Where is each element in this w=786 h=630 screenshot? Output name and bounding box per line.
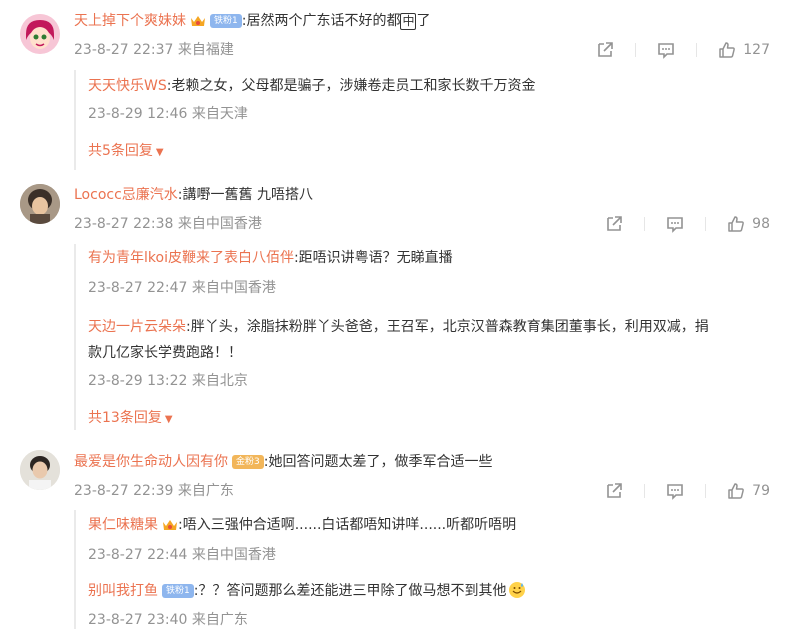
- comment-actions: 79: [584, 481, 770, 501]
- comment-main-line: 最爱是你生命动人因有你 金粉3:她回答问题太差了，做季军合适一些: [74, 452, 492, 472]
- crown-icon: [162, 516, 178, 540]
- reply-text: :距唔识讲粤语？无睇直播: [293, 250, 453, 266]
- comment-meta: 23-8-27 22:37 来自福建: [74, 42, 234, 58]
- reply-meta: 23-8-27 23:40 来自广东: [88, 612, 248, 628]
- username[interactable]: 天上掉下个爽妹妹: [74, 13, 186, 29]
- reply-item: 天天快乐WS:老赖之女，父母都是骗子，涉嫌卷走员工和家长数千万资金: [88, 74, 535, 98]
- caret-down-icon: ▼: [164, 414, 173, 425]
- like-button[interactable]: 98: [726, 214, 770, 234]
- reply-meta: 23-8-29 12:46 来自天津: [88, 106, 248, 122]
- reply-list: 果仁味糖果 :唔入三强仲合适啊......白话都唔知讲咩......听都听唔明 2…: [74, 510, 776, 629]
- divider: [644, 484, 646, 498]
- comment-text: :她回答问题太差了，做季军合适一些: [263, 454, 493, 470]
- reply-item: 别叫我打鱼 铁粉1:？？答问题那么差还能进三甲除了做马想不到其他: [88, 579, 526, 607]
- reply-username[interactable]: 果仁味糖果: [88, 517, 158, 533]
- comment-actions: 127: [575, 40, 770, 60]
- reply-username[interactable]: 天天快乐WS: [88, 78, 167, 94]
- divider: [644, 217, 646, 231]
- boxed-char: 中: [400, 13, 417, 30]
- thumbs-up-icon: [728, 216, 745, 232]
- divider: [635, 43, 637, 57]
- reply-text: :唔入三强仲合适啊......白话都唔知讲咩......听都听唔明: [178, 517, 517, 533]
- comment-meta: 23-8-27 22:38 来自中国香港: [74, 216, 262, 232]
- reply-username[interactable]: 别叫我打鱼: [88, 583, 158, 599]
- more-replies-label: 共13条回复: [88, 410, 162, 426]
- comment-text-end: 了: [416, 13, 431, 29]
- comment-actions: 98: [584, 214, 770, 234]
- fan-badge: 铁粉1: [162, 584, 194, 598]
- comment-main-line: 天上掉下个爽妹妹 铁粉1:居然两个广东话不好的都中了: [74, 11, 430, 34]
- more-replies-link[interactable]: 共13条回复 ▼: [88, 407, 173, 427]
- reply-item: 天边一片云朵朵:胖丫头，涂脂抹粉胖丫头爸爸，王召军，北京汉普森教育集团董事长，利…: [88, 314, 718, 366]
- comment-button[interactable]: [656, 40, 676, 60]
- divider: [696, 43, 698, 57]
- reply-item: 有为青年lkoi皮鞭来了表白八佰伴:距唔识讲粤语？无睇直播: [88, 246, 453, 270]
- divider: [705, 484, 707, 498]
- like-count: 127: [743, 42, 770, 58]
- reply-username[interactable]: 天边一片云朵朵: [88, 319, 186, 335]
- share-button[interactable]: [595, 40, 615, 60]
- share-icon: [607, 216, 622, 231]
- like-count: 98: [752, 216, 770, 232]
- comment-text: :講嘢一舊舊 九唔搭八: [177, 187, 313, 203]
- comment-button[interactable]: [665, 214, 685, 234]
- crown-icon: [190, 14, 206, 34]
- like-button[interactable]: 79: [726, 481, 770, 501]
- avatar[interactable]: [20, 14, 60, 54]
- reply-meta: 23-8-29 13:22 来自北京: [88, 373, 248, 389]
- more-replies-link[interactable]: 共5条回复 ▼: [88, 140, 164, 160]
- reply-item: 果仁味糖果 :唔入三强仲合适啊......白话都唔知讲咩......听都听唔明: [88, 513, 516, 540]
- avatar[interactable]: [20, 184, 60, 224]
- username[interactable]: 最爱是你生命动人因有你: [74, 454, 228, 470]
- reply-list: 天天快乐WS:老赖之女，父母都是骗子，涉嫌卷走员工和家长数千万资金 23-8-2…: [74, 70, 776, 170]
- reply-text: :老赖之女，父母都是骗子，涉嫌卷走员工和家长数千万资金: [166, 78, 536, 94]
- share-icon: [607, 483, 622, 498]
- comment-main-line: Lococc忌廉汽水:講嘢一舊舊 九唔搭八: [74, 185, 313, 205]
- comment-text: :居然两个广东话不好的都: [241, 13, 401, 29]
- comment-icon: [658, 43, 675, 59]
- like-count: 79: [752, 483, 770, 499]
- comment-meta: 23-8-27 22:39 来自广东: [74, 483, 234, 499]
- share-icon: [598, 42, 614, 57]
- more-replies-label: 共5条回复: [88, 143, 153, 159]
- reply-text: :？？答问题那么差还能进三甲除了做马想不到其他: [193, 583, 507, 599]
- comment-icon: [667, 484, 683, 500]
- reply-list: 有为青年lkoi皮鞭来了表白八佰伴:距唔识讲粤语？无睇直播 23-8-27 22…: [74, 244, 776, 430]
- thumbs-up-icon: [719, 42, 736, 58]
- reply-meta: 23-8-27 22:47 来自中国香港: [88, 280, 276, 296]
- sweat-smile-emoji-icon: [508, 581, 526, 607]
- share-button[interactable]: [604, 481, 624, 501]
- avatar[interactable]: [20, 450, 60, 490]
- divider: [705, 217, 707, 231]
- reply-meta: 23-8-27 22:44 来自中国香港: [88, 547, 276, 563]
- like-button[interactable]: 127: [717, 40, 770, 60]
- comment-icon: [667, 217, 683, 233]
- thumbs-up-icon: [728, 483, 745, 499]
- caret-down-icon: ▼: [155, 147, 164, 158]
- share-button[interactable]: [604, 214, 624, 234]
- username[interactable]: Lococc忌廉汽水: [74, 187, 178, 203]
- reply-username[interactable]: 有为青年lkoi皮鞭来了表白八佰伴: [88, 250, 294, 266]
- fan-badge: 铁粉1: [210, 14, 242, 28]
- comment-button[interactable]: [665, 481, 685, 501]
- fan-badge: 金粉3: [232, 455, 264, 469]
